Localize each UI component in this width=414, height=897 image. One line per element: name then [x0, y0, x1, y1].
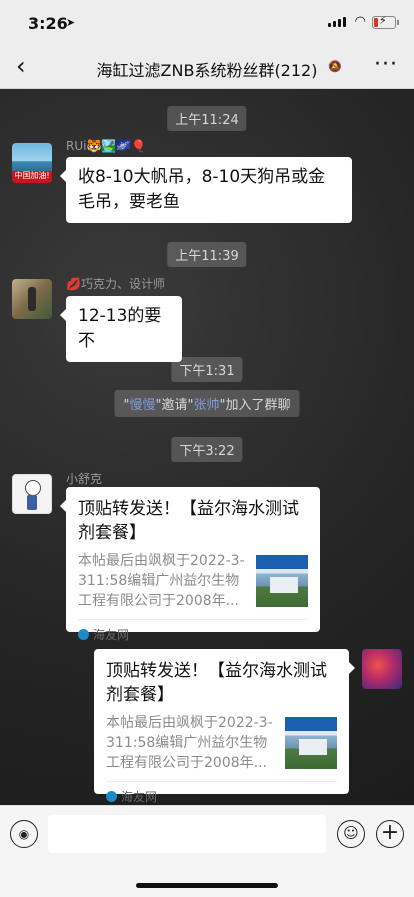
status-time: 3:26: [28, 14, 68, 33]
user-link[interactable]: 慢慢: [130, 398, 156, 413]
avatar[interactable]: [12, 474, 52, 514]
plus-icon[interactable]: +: [376, 820, 404, 848]
link-card[interactable]: 顶贴转发送！【益尔海水测试剂套餐】 本帖最后由飒枫于2022-3-311:58编…: [60, 487, 320, 642]
sender-name: 小舒克: [66, 472, 103, 486]
source-icon: [78, 629, 89, 640]
card-title: 顶贴转发送！【益尔海水测试剂套餐】: [106, 661, 327, 705]
card-source: 海友网: [78, 619, 308, 643]
timestamp: 上午11:24: [167, 106, 247, 131]
wifi-icon: ◠: [354, 14, 366, 29]
card-thumbnail: [256, 555, 308, 607]
card-description: 本帖最后由飒枫于2022-3-311:58编辑广州益尔生物工程有限公司于2008…: [78, 553, 245, 609]
system-message: "慢慢"邀请"张帅"加入了群聊: [114, 390, 300, 417]
charging-icon: ⚡: [379, 14, 387, 27]
chat-area[interactable]: 上午11:24 中国加油! RUi🐯🏞️🌌🎈 收8-10大帆吊，8-10天狗吊或…: [0, 89, 414, 805]
chat-header: ‹ 海缸过滤ZNB系统粉丝群(212) 🔕 ···: [0, 44, 414, 89]
status-bar: 3:26 ➤ ◠ ⚡: [0, 0, 414, 44]
mute-icon: 🔕: [328, 60, 342, 73]
timestamp: 下午3:22: [171, 437, 243, 462]
link-card[interactable]: 顶贴转发送！【益尔海水测试剂套餐】 本帖最后由飒枫于2022-3-311:58编…: [94, 649, 355, 804]
location-icon: ➤: [66, 16, 76, 29]
sender-name: 💋巧克力、设计师: [66, 277, 165, 291]
message-input[interactable]: [48, 815, 326, 853]
message-bubble[interactable]: 收8-10大帆吊，8-10天狗吊或金毛吊，要老鱼: [60, 157, 352, 223]
message-bubble[interactable]: 12-13的要不: [60, 296, 182, 362]
card-thumbnail: [285, 717, 337, 769]
card-title: 顶贴转发送！【益尔海水测试剂套餐】: [78, 499, 299, 543]
timestamp: 上午11:39: [167, 242, 247, 267]
source-label: 海友网: [121, 790, 158, 804]
avatar[interactable]: [12, 279, 52, 319]
home-indicator: [136, 883, 278, 888]
card-source: 海友网: [106, 781, 337, 805]
source-icon: [106, 791, 117, 802]
sender-name: RUi🐯🏞️🌌🎈: [66, 139, 147, 153]
voice-icon[interactable]: ◉: [10, 820, 38, 848]
battery-icon: ⚡: [372, 14, 399, 29]
card-description: 本帖最后由飒枫于2022-3-311:58编辑广州益尔生物工程有限公司于2008…: [106, 715, 273, 771]
user-link[interactable]: 张帅: [193, 398, 219, 413]
input-bar: ◉ ☺ +: [0, 805, 414, 897]
avatar-label: 中国加油!: [14, 171, 50, 180]
chat-title: 海缸过滤ZNB系统粉丝群(212): [96, 61, 318, 80]
timestamp: 下午1:31: [171, 357, 243, 382]
source-label: 海友网: [93, 628, 130, 642]
avatar[interactable]: 中国加油!: [12, 143, 52, 183]
avatar[interactable]: [362, 649, 402, 689]
emoji-icon[interactable]: ☺: [337, 820, 365, 848]
more-icon[interactable]: ···: [374, 52, 398, 77]
signal-icon: [328, 17, 346, 27]
